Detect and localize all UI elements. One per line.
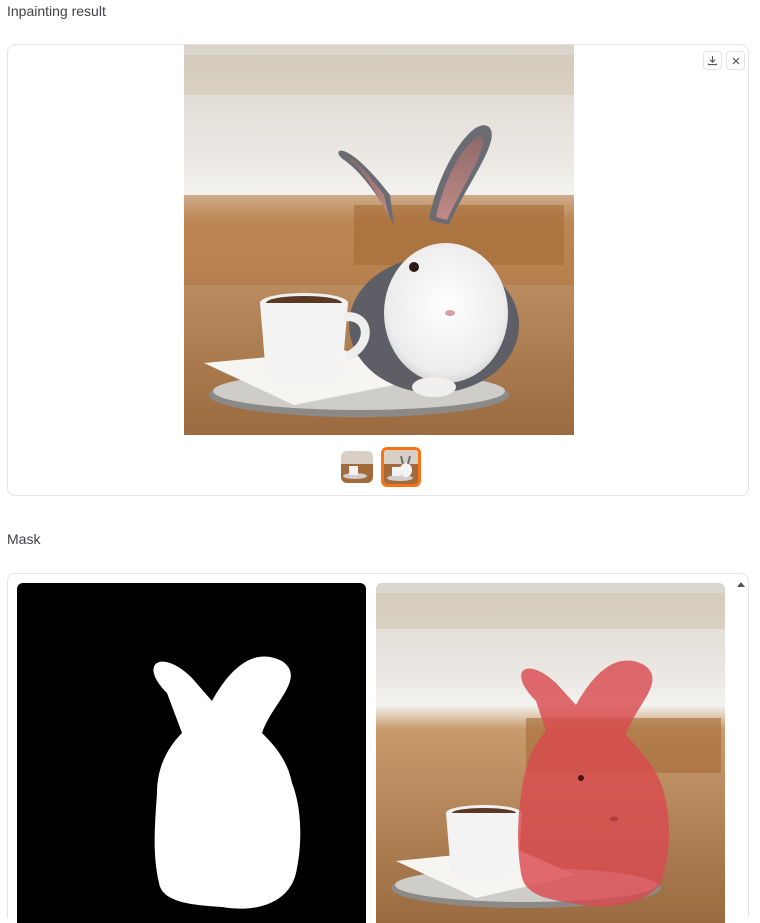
result-image[interactable]	[184, 45, 574, 435]
thumbnail-2[interactable]	[381, 447, 421, 487]
mask-label: Mask	[7, 531, 41, 547]
thumbnail-1[interactable]	[341, 451, 373, 483]
close-button[interactable]	[726, 51, 745, 70]
inpainting-result-panel	[7, 44, 749, 496]
download-button[interactable]	[703, 51, 722, 70]
mask-panel	[7, 573, 749, 923]
mask-overlay-image[interactable]	[376, 583, 725, 923]
close-icon	[732, 57, 739, 64]
mask-image[interactable]	[17, 583, 366, 923]
inpainting-result-label: Inpainting result	[7, 3, 106, 19]
scroll-up-icon[interactable]	[736, 580, 746, 590]
download-icon	[707, 56, 718, 66]
